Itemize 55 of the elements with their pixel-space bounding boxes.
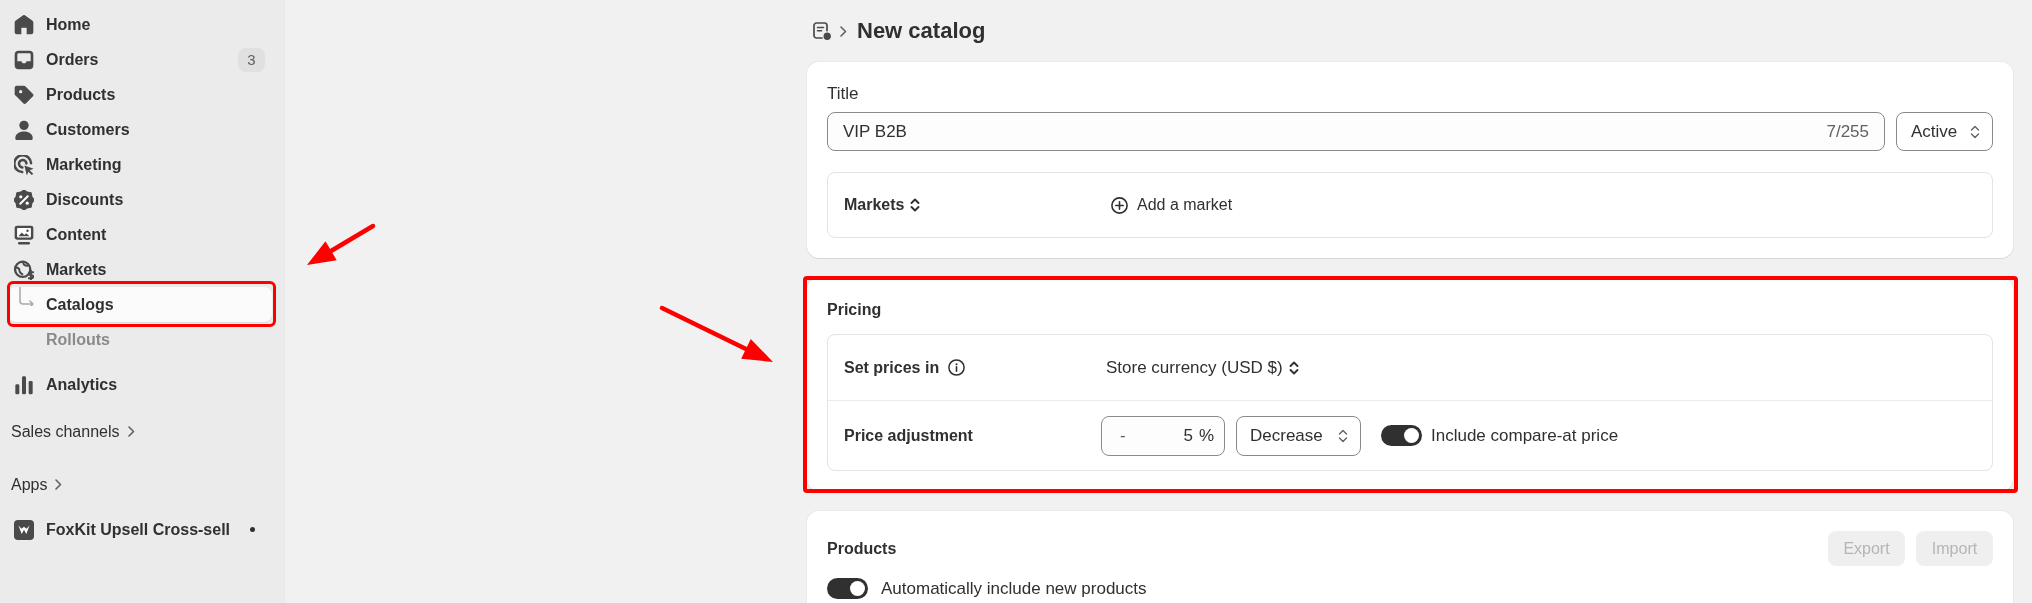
bar-chart-icon: [14, 374, 34, 395]
percent-badge-icon: [14, 189, 34, 210]
nav-item[interactable]: Products: [8, 77, 272, 112]
inbox-icon: [14, 49, 34, 70]
add-market-button[interactable]: Add a market: [1111, 192, 1233, 218]
count-badge: 3: [238, 47, 265, 72]
chevron-up-down-icon: [1288, 360, 1299, 375]
globe-dollar-icon: [14, 259, 34, 280]
section-heading: Pricing: [827, 300, 883, 320]
toggle-label: Include compare-at price: [1431, 425, 1619, 446]
annotation-arrow: [305, 222, 376, 268]
sign-prefix: -: [1120, 425, 1127, 446]
app-nav-item[interactable]: FoxKit Upsell Cross-sell: [8, 512, 272, 547]
field-label: Title: [827, 83, 860, 105]
percent-field[interactable]: - 5 %: [1101, 415, 1225, 456]
chevron-up-down-icon: [1338, 428, 1348, 443]
nav-item[interactable]: Analytics: [8, 367, 272, 402]
toggle-label: Automatically include new products: [881, 578, 1147, 599]
nav-item[interactable]: Marketing: [8, 147, 272, 182]
nav-item[interactable]: Markets: [8, 252, 272, 287]
home-icon: [14, 14, 34, 35]
nav-item[interactable]: Orders 3: [8, 42, 272, 77]
nav-section-link[interactable]: Apps: [0, 467, 67, 502]
unit-suffix: %: [1198, 425, 1214, 446]
nav-item[interactable]: Content: [8, 217, 272, 252]
info-icon[interactable]: [948, 359, 966, 376]
image-monitor-icon: [14, 224, 34, 245]
direction-select[interactable]: Decrease: [1236, 415, 1361, 456]
app-logo-icon: [14, 519, 34, 540]
character-count: 7/255: [1826, 121, 1869, 142]
toggle-switch[interactable]: [1381, 425, 1422, 446]
chevron-right-icon: [840, 25, 847, 37]
row-label: Price adjustment: [844, 426, 974, 445]
nav-item[interactable]: Discounts: [8, 182, 272, 217]
currency-select[interactable]: Store currency (USD $): [1106, 353, 1299, 382]
target-cursor-icon: [14, 154, 34, 175]
section-heading: Products: [827, 538, 897, 559]
title-input[interactable]: VIP B2B 7/255: [827, 112, 1885, 151]
status-select[interactable]: Active: [1896, 112, 1993, 151]
chevron-up-down-icon: [1970, 124, 1980, 139]
markets-toggle[interactable]: Markets: [844, 192, 921, 218]
nav-item[interactable]: Home: [8, 7, 272, 42]
tag-icon: [14, 84, 34, 105]
catalog-document-icon[interactable]: [813, 21, 832, 41]
chevron-up-down-icon: [910, 198, 921, 212]
row-label: Set prices in: [844, 358, 940, 377]
nav-item[interactable]: Customers: [8, 112, 272, 147]
plus-circle-icon: [1111, 196, 1128, 214]
chevron-right-icon: [127, 426, 135, 437]
nav-section-link[interactable]: Sales channels: [0, 414, 139, 449]
nav-subitem[interactable]: Catalogs: [8, 287, 272, 322]
toggle-switch[interactable]: [827, 578, 868, 599]
page-title: New catalog: [857, 18, 986, 44]
chevron-right-icon: [55, 479, 63, 490]
person-icon: [14, 119, 34, 140]
